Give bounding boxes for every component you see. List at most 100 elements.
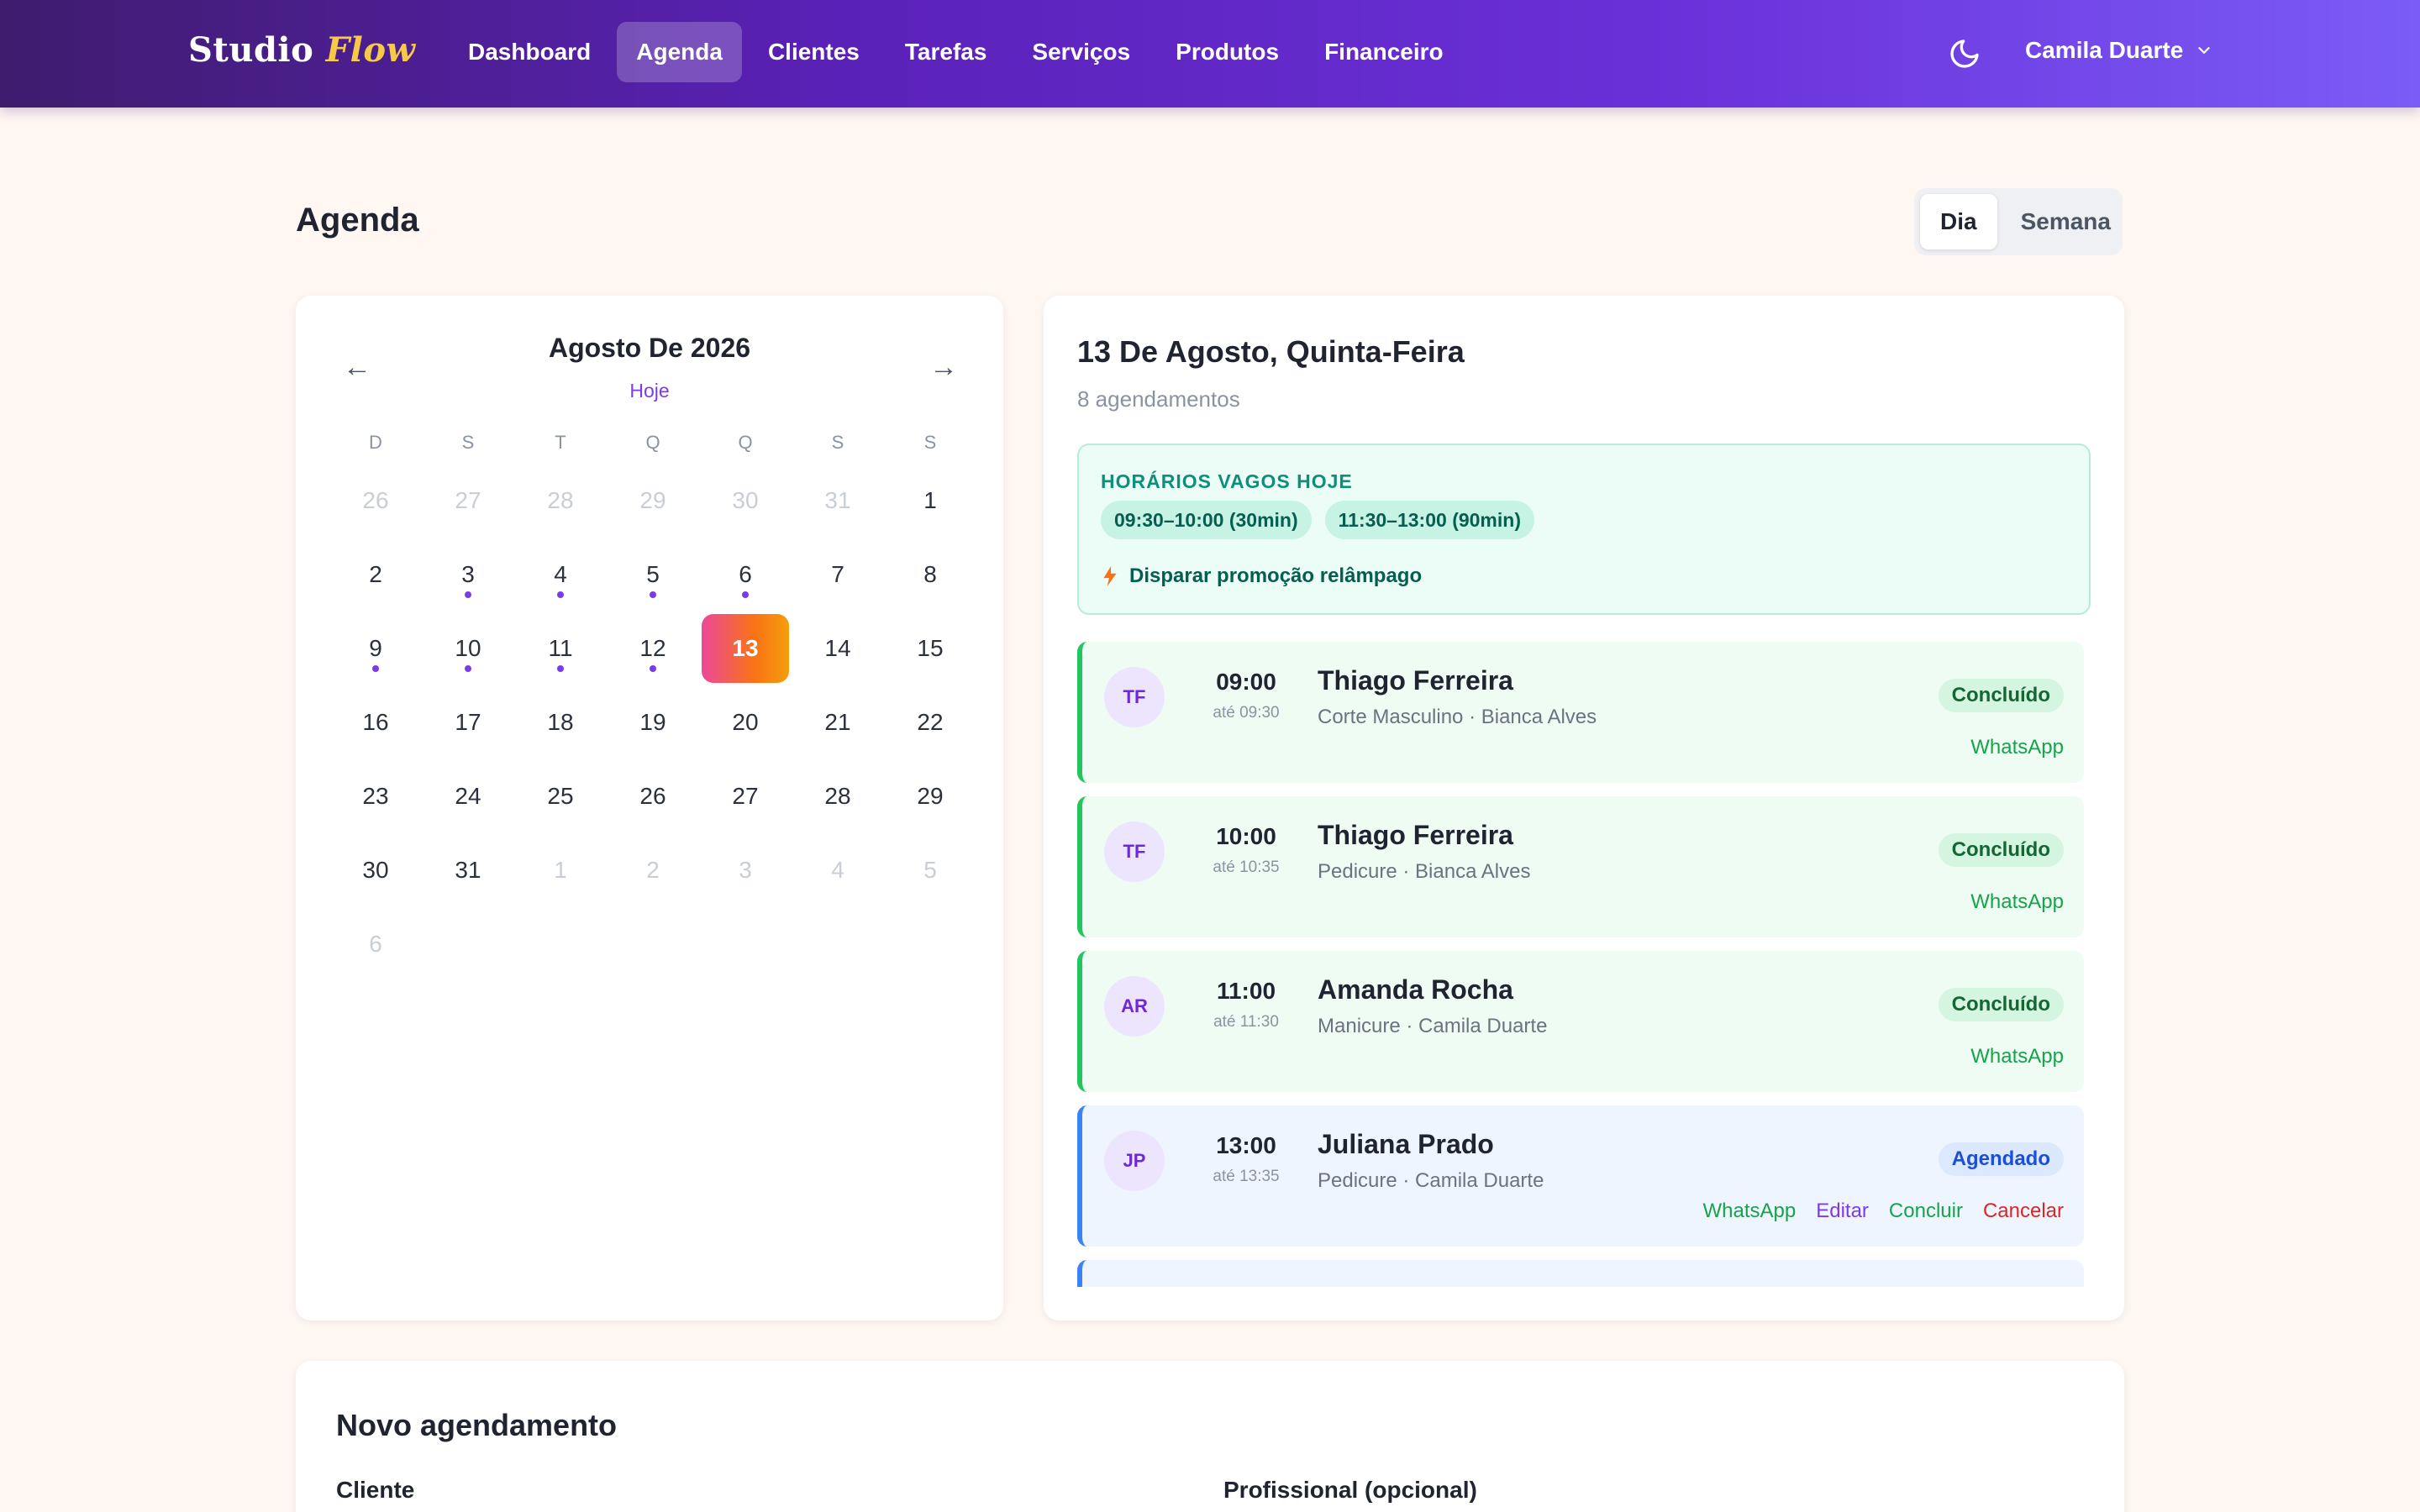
nav-item-agenda[interactable]: Agenda — [617, 22, 742, 82]
calendar-day[interactable]: 1 — [884, 464, 976, 538]
whatsapp-link[interactable]: WhatsApp — [1970, 890, 2064, 914]
calendar-day[interactable]: 11 — [514, 612, 607, 685]
edit-link[interactable]: Editar — [1816, 1200, 1869, 1223]
calendar-day[interactable]: 31 — [792, 464, 884, 538]
appointment-start-time: 10:00 — [1216, 823, 1276, 849]
nav-item-produtos[interactable]: Produtos — [1156, 22, 1298, 82]
calendar-day[interactable]: 25 — [514, 759, 607, 833]
appointment-list[interactable]: TF 09:00 até 09:30 Thiago Ferreira Corte Mas… — [1077, 642, 2091, 1287]
calendar-day[interactable]: 18 — [514, 685, 607, 759]
calendar-day[interactable]: 9 — [329, 612, 422, 685]
calendar-day[interactable]: 2 — [329, 538, 422, 612]
nav-item-dashboard[interactable]: Dashboard — [449, 22, 610, 82]
weekday-label: S — [461, 432, 475, 453]
appointment-start-time: 11:00 — [1216, 978, 1276, 1004]
appointment-actions: WhatsApp — [1970, 736, 2064, 759]
calendar-day[interactable]: 31 — [422, 833, 514, 907]
calendar-day[interactable]: 3 — [699, 833, 792, 907]
calendar-day[interactable]: 2 — [607, 833, 699, 907]
appointment-service: Pedicure · Bianca Alves — [1318, 860, 1531, 883]
calendar-day[interactable]: 30 — [699, 464, 792, 538]
today-link[interactable]: Hoje — [296, 380, 1003, 402]
calendar-day[interactable]: 27 — [422, 464, 514, 538]
appointment-end-time: até 11:30 — [1213, 1013, 1279, 1031]
calendar-day[interactable]: 28 — [792, 759, 884, 833]
brand-name: Studio — [188, 30, 314, 70]
flash-promo-button[interactable]: Disparar promoção relâmpago — [1101, 564, 1422, 588]
calendar-day[interactable]: 24 — [422, 759, 514, 833]
whatsapp-link[interactable]: WhatsApp — [1970, 736, 2064, 759]
top-navigation-bar: Studio Flow Dashboard Agenda Clientes Taref… — [0, 0, 2420, 108]
weekday-label: Q — [738, 432, 753, 453]
view-toggle: Dia Semana — [1914, 188, 2123, 255]
appointment-item[interactable]: JP 13:00 até 13:35 Juliana Prado Pedicure · … — [1077, 1105, 2084, 1247]
calendar-day[interactable]: 30 — [329, 833, 422, 907]
nav-item-servicos[interactable]: Serviços — [1013, 22, 1150, 82]
user-menu[interactable]: Camila Duarte — [2025, 37, 2213, 64]
nav-item-financeiro[interactable]: Financeiro — [1305, 22, 1463, 82]
calendar-day-number: 7 — [831, 561, 844, 587]
moon-icon[interactable] — [1948, 37, 1981, 71]
calendar-day[interactable]: 21 — [792, 685, 884, 759]
calendar-day-number: 10 — [455, 635, 481, 661]
calendar-day[interactable]: 6 — [699, 538, 792, 612]
appointment-item[interactable] — [1077, 1260, 2084, 1287]
calendar-day[interactable]: 20 — [699, 685, 792, 759]
view-week-button[interactable]: Semana — [2001, 194, 2131, 249]
calendar-day[interactable]: 17 — [422, 685, 514, 759]
appointment-start-time: 13:00 — [1216, 1132, 1276, 1158]
calendar-day[interactable]: 8 — [884, 538, 976, 612]
complete-link[interactable]: Concluir — [1889, 1200, 1963, 1223]
status-badge: Concluído — [1938, 833, 2064, 867]
calendar-day-number: 25 — [547, 783, 574, 809]
calendar-day[interactable]: 12 — [607, 612, 699, 685]
whatsapp-link[interactable]: WhatsApp — [1703, 1200, 1797, 1223]
appointment-item[interactable]: TF 09:00 até 09:30 Thiago Ferreira Corte Mas… — [1077, 642, 2084, 783]
appointment-actions: WhatsApp — [1970, 1045, 2064, 1068]
cancel-link[interactable]: Cancelar — [1983, 1200, 2064, 1223]
free-slot-chip[interactable]: 11:30–13:00 (90min) — [1324, 501, 1534, 539]
calendar-day-number: 27 — [455, 487, 481, 513]
appointment-count: 8 agendamentos — [1077, 386, 1240, 412]
appointment-service: Pedicure · Camila Duarte — [1318, 1169, 1544, 1192]
weekday-label: S — [923, 432, 937, 453]
appointment-start-time: 09:00 — [1216, 669, 1276, 695]
calendar-day[interactable]: 27 — [699, 759, 792, 833]
calendar-day[interactable]: 29 — [607, 464, 699, 538]
appointment-actions: WhatsApp Editar Concluir Cancelar — [1703, 1200, 2065, 1223]
calendar-day[interactable]: 10 — [422, 612, 514, 685]
calendar-day[interactable]: 3 — [422, 538, 514, 612]
view-day-button[interactable]: Dia — [1920, 194, 1997, 249]
whatsapp-link[interactable]: WhatsApp — [1970, 1045, 2064, 1068]
calendar-day[interactable]: 16 — [329, 685, 422, 759]
calendar-day[interactable]: 5 — [607, 538, 699, 612]
calendar-day[interactable]: 5 — [884, 833, 976, 907]
nav-item-tarefas[interactable]: Tarefas — [886, 22, 1007, 82]
calendar-day[interactable]: 28 — [514, 464, 607, 538]
calendar-day[interactable]: 6 — [329, 907, 422, 981]
calendar-day[interactable]: 14 — [792, 612, 884, 685]
appointment-end-time: até 09:30 — [1213, 704, 1280, 722]
calendar-day[interactable]: 26 — [607, 759, 699, 833]
calendar-day-number: 13 — [702, 614, 789, 683]
brand-logo[interactable]: Studio Flow — [188, 30, 415, 70]
calendar-day[interactable]: 15 — [884, 612, 976, 685]
calendar-day[interactable]: 7 — [792, 538, 884, 612]
calendar-day[interactable]: 23 — [329, 759, 422, 833]
appointment-item[interactable]: AR 11:00 até 11:30 Amanda Rocha Manicure · C… — [1077, 951, 2084, 1092]
calendar-day[interactable]: 29 — [884, 759, 976, 833]
calendar-day[interactable]: 26 — [329, 464, 422, 538]
nav-item-clientes[interactable]: Clientes — [749, 22, 879, 82]
calendar-day[interactable]: 22 — [884, 685, 976, 759]
calendar-day[interactable]: 1 — [514, 833, 607, 907]
appointment-item[interactable]: TF 10:00 até 10:35 Thiago Ferreira Pedicure … — [1077, 796, 2084, 937]
calendar-day[interactable]: 4 — [514, 538, 607, 612]
calendar-day[interactable]: 19 — [607, 685, 699, 759]
calendar-day[interactable]: 4 — [792, 833, 884, 907]
calendar-day-selected[interactable]: 13 — [699, 612, 792, 685]
calendar-day-number: 28 — [547, 487, 574, 513]
free-slot-chip[interactable]: 09:30–10:00 (30min) — [1101, 501, 1312, 539]
calendar-day-number: 6 — [739, 561, 752, 587]
next-month-arrow-icon[interactable]: → — [929, 351, 958, 384]
calendar-day-number: 5 — [646, 561, 660, 587]
